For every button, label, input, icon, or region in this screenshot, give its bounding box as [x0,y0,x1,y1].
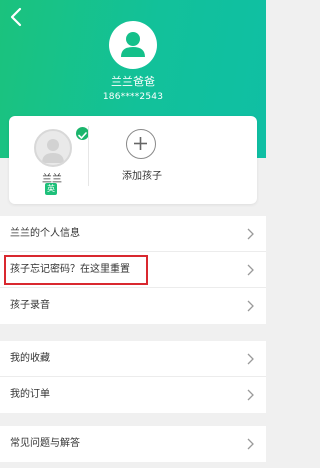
menu-item-orders[interactable]: 我的订单 [0,377,266,413]
back-button[interactable] [6,6,28,28]
menu-group-mine: 我的收藏 我的订单 [0,341,266,413]
add-child-button[interactable]: 添加孩子 [109,126,179,192]
menu-item-faq[interactable]: 常见问题与解答 [0,426,266,462]
menu-item-label: 我的收藏 [10,353,50,364]
menu-item-label: 兰兰的个人信息 [10,228,80,239]
chevron-right-icon [247,438,254,450]
menu-item-label: 孩子录音 [10,300,50,311]
chevron-left-icon [10,7,22,27]
chevron-right-icon [247,228,254,240]
menu-group-child: 兰兰的个人信息 孩子忘记密码？在这里重置 孩子录音 [0,216,266,324]
chevron-right-icon [247,300,254,312]
menu-item-child-profile[interactable]: 兰兰的个人信息 [0,216,266,252]
children-card: 兰兰 英 添加孩子 [9,116,257,204]
parent-name: 兰兰爸爸 [111,75,155,88]
menu-group-help: 常见问题与解答 [0,426,266,462]
chevron-right-icon [247,389,254,401]
menu-item-favorites[interactable]: 我的收藏 [0,341,266,377]
child-item[interactable]: 兰兰 英 [31,126,90,198]
menu-item-label: 孩子忘记密码？在这里重置 [10,264,130,275]
plus-icon [126,129,156,159]
menu-item-child-recording[interactable]: 孩子录音 [0,288,266,324]
chevron-right-icon [247,353,254,365]
chevron-right-icon [247,264,254,276]
menu-item-label: 常见问题与解答 [10,438,80,449]
child-avatar [34,129,72,167]
menu-item-label: 我的订单 [10,389,50,400]
parent-phone: 186****2543 [102,92,164,102]
child-subject-badge: 英 [45,183,57,195]
user-avatar-icon [121,32,145,57]
child-avatar-icon [42,139,64,163]
parent-avatar[interactable] [109,21,157,69]
card-divider [88,126,89,186]
menu-item-reset-password[interactable]: 孩子忘记密码？在这里重置 [0,252,266,288]
add-child-label: 添加孩子 [122,171,162,182]
